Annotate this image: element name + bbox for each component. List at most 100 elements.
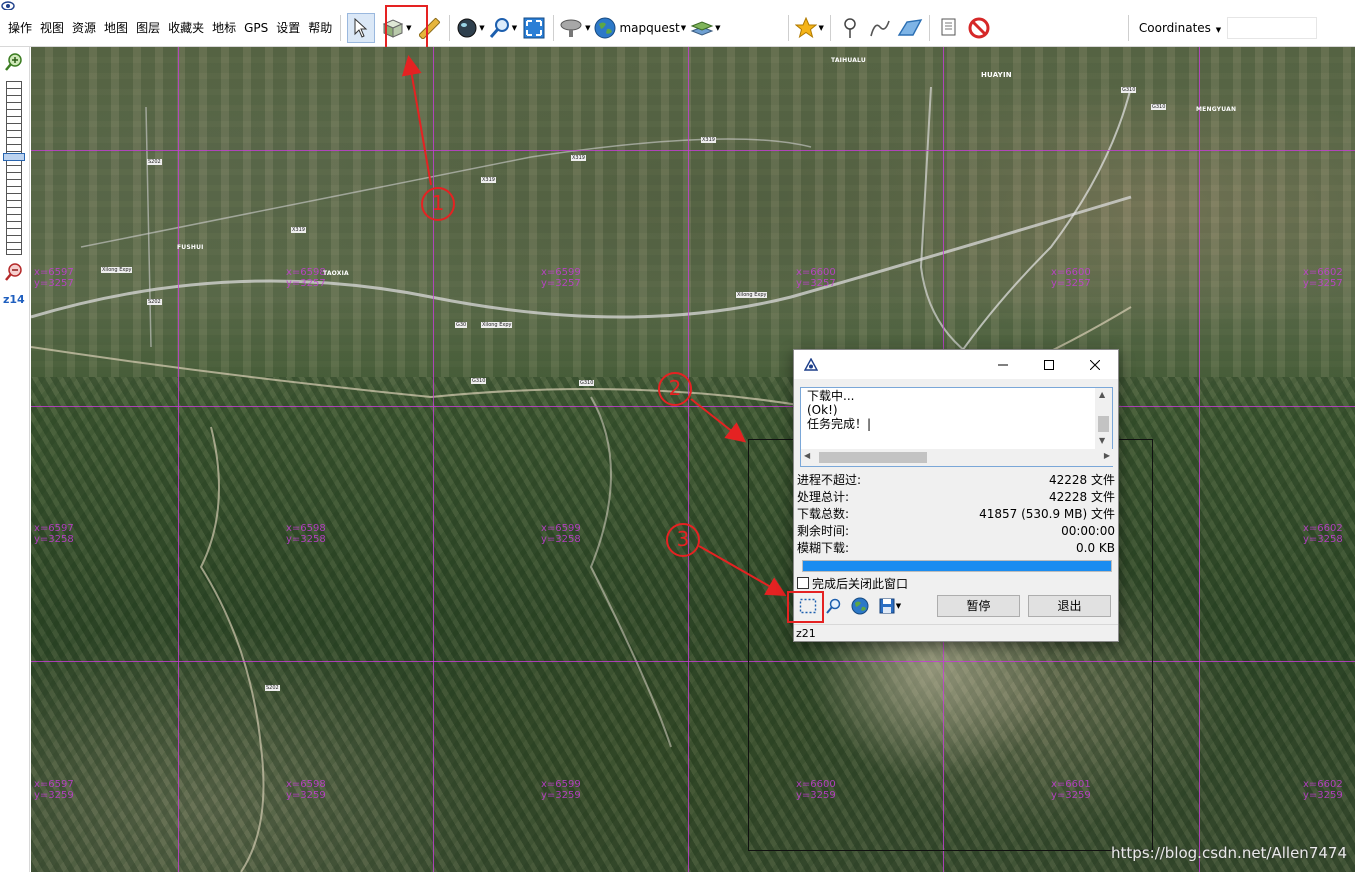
scroll-left-icon[interactable]: ◀: [804, 451, 810, 460]
app-logo-icon: [804, 357, 818, 371]
download-progress-dialog: 下载中... (Ok!) 任务完成！| ▲ ▼ ◀ ▶ 进程不超过: 42228…: [787, 349, 1119, 642]
chevron-down-icon[interactable]: ▼: [681, 24, 686, 32]
stat-label: 模糊下载:: [797, 541, 850, 555]
fullscreen-button[interactable]: [521, 13, 547, 43]
satellite-map-view[interactable]: x=6597 y=3257 x=6598 y=3257 x=6599 y=3257 x…: [31, 47, 1355, 872]
scrollbar-thumb[interactable]: [1098, 416, 1109, 432]
close-on-finish-checkbox[interactable]: 完成后关闭此窗口: [797, 575, 908, 591]
annotation-highlight-box: [787, 591, 824, 623]
chevron-down-icon[interactable]: ▼: [818, 24, 823, 32]
search-tool-button[interactable]: ▼: [489, 13, 517, 43]
download-log-textarea[interactable]: 下载中... (Ok!) 任务完成！| ▲ ▼ ◀ ▶: [800, 387, 1113, 467]
exit-button[interactable]: 退出: [1028, 595, 1111, 617]
satellite-dish-button[interactable]: ▼: [560, 13, 590, 43]
add-placemark-button[interactable]: [837, 13, 863, 43]
earth-globe-icon: [594, 17, 616, 39]
menu-resources[interactable]: 资源: [68, 10, 100, 47]
toolbar-separator: [340, 15, 342, 41]
zoom-in-icon[interactable]: [5, 53, 23, 71]
chevron-down-icon[interactable]: ▼: [715, 24, 720, 32]
menu-gps[interactable]: GPS: [240, 10, 272, 47]
menu-settings[interactable]: 设置: [272, 10, 304, 47]
menu-operation[interactable]: 操作: [4, 10, 36, 47]
zoom-out-icon[interactable]: [5, 263, 23, 281]
dark-globe-icon: [457, 18, 477, 38]
chevron-down-icon[interactable]: ▼: [585, 24, 590, 32]
menu-favorites[interactable]: 收藏夹: [164, 10, 208, 47]
map-source-dropdown[interactable]: mapquest ▼: [594, 13, 686, 43]
stat-row: 模糊下载: 0.0 KB: [797, 540, 1115, 557]
stat-value: 0.0 KB: [1076, 541, 1115, 555]
chevron-down-icon[interactable]: ▼: [896, 602, 901, 610]
pause-button[interactable]: 暂停: [937, 595, 1020, 617]
zoom-to-region-button[interactable]: [822, 596, 846, 616]
close-button[interactable]: [1072, 350, 1118, 379]
status-text: z21: [796, 627, 816, 640]
toolbar-separator: [829, 15, 831, 41]
minimize-icon: [998, 364, 1008, 365]
globe-view-button[interactable]: ▼: [456, 13, 485, 43]
pin-icon: [844, 18, 856, 38]
menu-layers[interactable]: 图层: [132, 10, 164, 47]
stat-row: 进程不超过: 42228 文件: [797, 472, 1115, 489]
stat-value: 42228 文件: [1049, 473, 1115, 487]
satellite-dish-icon: [560, 19, 582, 37]
progress-fill: [803, 561, 1111, 571]
toolbar-separator: [553, 15, 555, 41]
add-polygon-button[interactable]: [897, 13, 923, 43]
coordinates-input[interactable]: [1227, 17, 1318, 39]
coordinates-dropdown[interactable]: Coordinates ▼: [1139, 21, 1221, 35]
annotation-marker: 1: [421, 187, 455, 221]
zoom-slider-track[interactable]: [6, 81, 22, 255]
toolbar-separator: [449, 15, 451, 41]
scroll-up-icon[interactable]: ▲: [1099, 390, 1105, 399]
globe-button[interactable]: [848, 596, 872, 616]
magnifier-icon: [826, 598, 841, 614]
stat-value: 42228 文件: [1049, 490, 1115, 504]
minimize-button[interactable]: [980, 350, 1026, 379]
scroll-right-icon[interactable]: ▶: [1104, 451, 1110, 460]
log-line: 下载中...: [807, 389, 855, 403]
dialog-status-bar: z21: [794, 624, 1118, 642]
annotation-arrows: [401, 55, 787, 596]
stop-button[interactable]: [966, 13, 992, 43]
zoom-slider-thumb[interactable]: [3, 153, 25, 161]
stat-label: 剩余时间:: [797, 524, 850, 538]
path-icon: [870, 20, 890, 37]
horizontal-scrollbar[interactable]: ◀ ▶: [801, 449, 1113, 466]
menu-help[interactable]: 帮助: [304, 10, 336, 47]
stat-value: 41857 (530.9 MB) 文件: [979, 507, 1115, 521]
stat-row: 处理总计: 42228 文件: [797, 489, 1115, 506]
properties-button[interactable]: [936, 13, 962, 43]
maximize-button[interactable]: [1026, 350, 1072, 379]
menu-placemarks[interactable]: 地标: [208, 10, 240, 47]
zoom-level-label: z14: [3, 293, 25, 306]
menu-view[interactable]: 视图: [36, 10, 68, 47]
coordinates-label: Coordinates: [1138, 21, 1211, 35]
add-path-button[interactable]: [867, 13, 893, 43]
download-progress-bar: [802, 560, 1112, 572]
scroll-down-icon[interactable]: ▼: [1099, 436, 1105, 445]
chevron-down-icon[interactable]: ▼: [479, 24, 484, 32]
menu-bar: 操作 视图 资源 地图 图层 收藏夹 地标 GPS 设置 帮助: [0, 10, 336, 47]
dialog-titlebar[interactable]: [794, 350, 1118, 379]
zoom-bar: z14: [0, 47, 30, 872]
favorites-button[interactable]: ▼: [795, 13, 824, 43]
log-line: 任务完成！|: [807, 417, 872, 431]
annotation-marker: 2: [658, 372, 692, 406]
menu-map[interactable]: 地图: [100, 10, 132, 47]
toolbar-separator: [1127, 15, 1129, 41]
save-button[interactable]: ▼: [874, 596, 906, 616]
chevron-down-icon[interactable]: ▼: [512, 24, 517, 32]
cursor-arrow-icon: [354, 18, 368, 38]
scrollbar-thumb[interactable]: [819, 452, 927, 463]
vertical-scrollbar[interactable]: ▲ ▼: [1095, 388, 1112, 450]
layers-button[interactable]: ▼: [690, 13, 720, 43]
pointer-tool-button[interactable]: [347, 13, 376, 43]
no-entry-icon: [968, 17, 990, 39]
checkbox-box[interactable]: [797, 577, 809, 589]
earth-globe-icon: [851, 597, 869, 615]
app-logo-icon: [1, 1, 15, 10]
toolbar-separator: [788, 15, 790, 41]
stat-label: 处理总计:: [797, 490, 850, 504]
